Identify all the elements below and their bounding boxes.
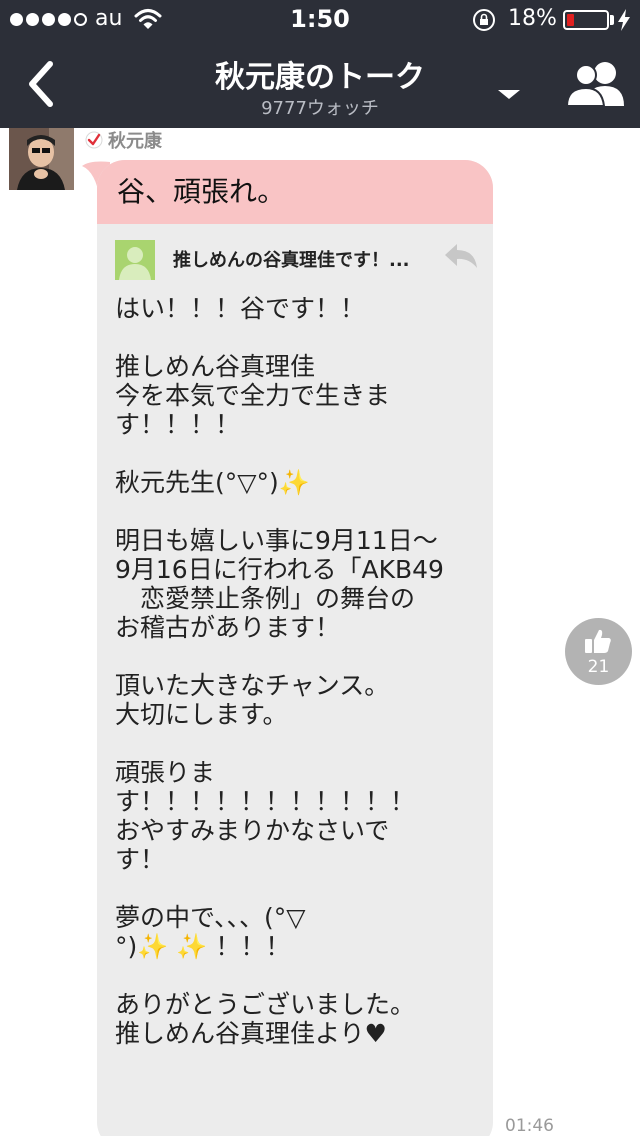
avatar[interactable] xyxy=(9,128,74,190)
default-avatar-icon xyxy=(115,240,155,280)
rotation-lock-icon xyxy=(473,9,495,31)
charging-bolt-icon xyxy=(618,9,630,31)
sparkle-emoji: ✨ ✨ xyxy=(137,932,208,961)
body-line: 明日も嬉しい事に9月11日〜 xyxy=(115,526,438,555)
reply-icon[interactable] xyxy=(443,242,479,270)
quoted-post-body: はい！！！谷です！！ 推しめん谷真理佳 今を本気で全力で生きま す！！！！ 秋元先生(°… xyxy=(97,284,493,1048)
status-bar: au 1:50 18% xyxy=(0,0,640,40)
thumbs-up-icon xyxy=(585,629,611,653)
battery-percent: 18% xyxy=(508,6,557,31)
heart-emoji: ♥ xyxy=(364,1019,387,1048)
like-count: 21 xyxy=(587,657,610,677)
sparkle-emoji: ✨ xyxy=(278,468,310,497)
message-bubble[interactable]: 谷、頑張れ。 推しめんの谷真理佳です！... はい！！！谷です！！ 推しめん谷真理… xyxy=(97,160,493,1136)
body-line: おやすみまりかなさいで xyxy=(115,816,390,845)
body-line: 夢の中で、、、(°▽ xyxy=(115,903,306,932)
body-line: す！！！！ xyxy=(115,410,241,439)
body-line: 恋愛禁止条例」の舞台の xyxy=(115,584,416,613)
dropdown-caret-icon[interactable] xyxy=(496,86,522,102)
body-line: はい！！！谷です！！ xyxy=(115,294,366,323)
members-icon[interactable] xyxy=(564,58,628,108)
comment-text: 谷、頑張れ。 xyxy=(97,160,493,224)
body-line: 推しめん谷真理佳より♥ xyxy=(115,1019,387,1048)
body-line: 大切にします。 xyxy=(115,700,288,729)
body-line: 今を本気で全力で生きま xyxy=(115,381,391,410)
top-bar: au 1:50 18% 秋元康のトーク 9777ウォッチ xyxy=(0,0,640,128)
body-line: 9月16日に行われる「AKB49 xyxy=(115,555,444,584)
body-line: °)✨ ✨ ！！！ xyxy=(115,932,291,961)
page-title: 秋元康のトーク xyxy=(215,60,425,95)
body-line: お稽古があります！ xyxy=(115,613,341,642)
watch-count: 9777ウォッチ xyxy=(261,98,379,119)
battery-icon xyxy=(563,10,609,30)
sender-name: 秋元康 xyxy=(108,131,162,152)
body-line: す！！！！！！！！！！！ xyxy=(115,787,416,816)
battery-level xyxy=(567,14,574,26)
quoted-post-header[interactable]: 推しめんの谷真理佳です！... xyxy=(97,224,493,284)
body-line: 秋元先生(°▽°)✨ xyxy=(115,468,310,497)
message-timestamp: 01:46 xyxy=(505,1116,554,1136)
body-line: 頂いた大きなチャンス。 xyxy=(115,671,390,700)
body-line: 推しめん谷真理佳 xyxy=(115,352,316,381)
body-line: す！ xyxy=(115,845,166,874)
like-button[interactable]: 21 xyxy=(565,618,632,685)
body-line: 頑張りま xyxy=(115,758,216,787)
verified-check-icon xyxy=(85,131,103,149)
quoted-post-title: 推しめんの谷真理佳です！... xyxy=(173,250,410,271)
body-line: ありがとうございました。 xyxy=(115,990,416,1019)
